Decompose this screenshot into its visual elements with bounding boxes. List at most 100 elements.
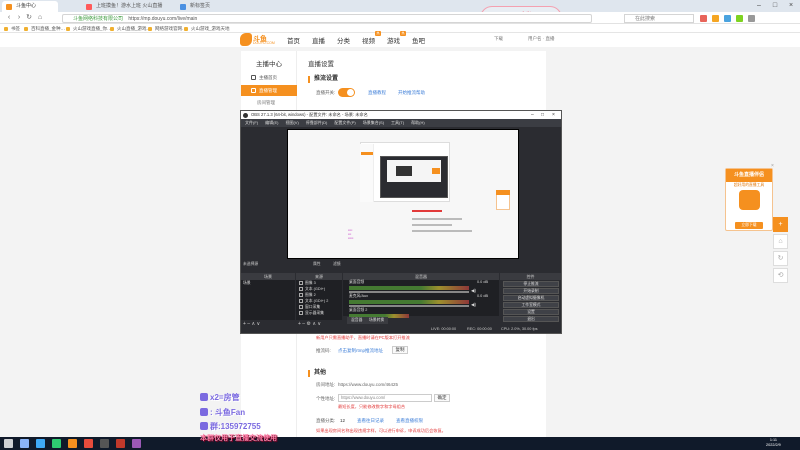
sidebar-item-home[interactable]: 主播首页 <box>241 72 297 83</box>
tab-mixer[interactable]: 混音器 <box>347 317 367 324</box>
extension-icon[interactable] <box>712 15 719 22</box>
copy-button[interactable]: 复制 <box>392 346 408 354</box>
short-url-input[interactable]: https://www.douyu.com/ <box>338 394 432 402</box>
obs-menu-docks[interactable]: 停靠部件(D) <box>306 120 328 125</box>
filters-button[interactable]: 滤镜 <box>333 261 341 268</box>
obs-menu-scenes[interactable]: 场景集合(S) <box>363 120 384 125</box>
stop-stream-button[interactable]: 停止推流 <box>503 281 559 287</box>
history-icon[interactable]: ⟲ <box>773 268 788 283</box>
extension-icon[interactable] <box>700 15 707 22</box>
mixer-track-label: 桌面音频 <box>349 280 365 284</box>
close-icon[interactable]: × <box>552 111 555 119</box>
assistant-promo[interactable]: 斗鱼直播伴侣 超好用的直播工具 立即下载 × <box>725 163 774 231</box>
tab-douyu-center[interactable]: 斗鱼中心 <box>2 1 58 12</box>
app-icon[interactable] <box>132 439 141 448</box>
history-link[interactable]: 查看往日记录 <box>357 418 384 424</box>
tab-new[interactable]: 新标签页 <box>176 1 222 12</box>
home-icon[interactable]: ⌂ <box>773 234 788 249</box>
url-input[interactable]: 斗鱼网络科技有限公司 https://mp.douyu.com/live/mai… <box>62 14 592 23</box>
bookmark-item[interactable]: 网络游戏官网… <box>148 25 187 32</box>
bookmark-item[interactable]: 百科直播_金种… <box>24 25 65 32</box>
promo-download-button[interactable]: 立即下载 <box>735 222 763 229</box>
maximize-icon[interactable]: □ <box>768 0 782 12</box>
bookmark-item[interactable]: 火山游戏_游戏天地 <box>184 25 230 32</box>
bookmark-item[interactable]: 火山直播_游戏… <box>110 25 151 32</box>
short-url-confirm-button[interactable]: 确定 <box>434 394 450 402</box>
source-type-icon <box>299 299 303 303</box>
back-icon[interactable]: ‹ <box>4 12 14 24</box>
exit-button[interactable]: 退出 <box>503 316 559 322</box>
nav-live[interactable]: 直播 <box>312 35 325 45</box>
search-icon[interactable] <box>20 439 29 448</box>
obs-menu-file[interactable]: 文件(F) <box>245 120 258 125</box>
scenes-list: 场景 <box>241 280 295 320</box>
live-switch-toggle[interactable] <box>338 88 355 97</box>
live-icon <box>251 88 256 93</box>
app-icon[interactable] <box>84 439 93 448</box>
user-menu[interactable]: 用户名 · 直播 <box>528 36 555 42</box>
start-recording-button[interactable]: 开始录制 <box>503 288 559 294</box>
close-icon[interactable]: × <box>771 163 777 169</box>
obs-icon[interactable] <box>100 439 109 448</box>
rtmp-copy-link[interactable]: 点击复制rtmp推流地址 <box>338 348 383 354</box>
minimize-icon[interactable]: – <box>531 111 534 119</box>
scenes-dock-header: 场景 <box>241 273 295 280</box>
clock: 1:11 2022/2/9 <box>766 438 781 447</box>
level-label: 直播分类: <box>316 418 336 423</box>
extension-icon[interactable] <box>736 15 743 22</box>
menu-icon[interactable] <box>748 15 755 22</box>
scene-item[interactable]: 场景 <box>243 281 251 286</box>
speaker-icon[interactable]: ◀) <box>471 288 476 294</box>
add-icon[interactable]: + <box>773 217 788 232</box>
minimize-icon[interactable]: – <box>752 0 766 12</box>
properties-button[interactable]: 属性 <box>313 261 321 268</box>
tutorial-link[interactable]: 直播教程 <box>368 90 386 96</box>
studio-mode-button[interactable]: 工作室模式 <box>503 302 559 308</box>
search-input[interactable]: 在此搜索 <box>624 14 694 23</box>
short-url-label: 个性地址: <box>316 396 336 401</box>
tab-stream[interactable]: 上班摸鱼！游水上班 火山直播平台 <box>82 1 172 20</box>
maximize-icon[interactable]: □ <box>541 111 544 119</box>
obs-menu-view[interactable]: 视图(V) <box>285 120 298 125</box>
app-icon[interactable] <box>116 439 125 448</box>
permission-link[interactable]: 查看直播权限 <box>396 418 423 424</box>
obs-menu-profile[interactable]: 配置文件(P) <box>334 120 355 125</box>
close-icon[interactable]: × <box>784 0 798 12</box>
sidebar-subitem-room[interactable]: 房间管理 <box>257 100 275 106</box>
refresh-icon[interactable]: ↻ <box>773 251 788 266</box>
sidebar-item-live-manage[interactable]: 直播管理 <box>241 85 297 96</box>
mixer-track-label: 桌面音频 2 <box>349 308 368 312</box>
bookmark-item[interactable]: 书签 <box>4 25 20 32</box>
volume-slider[interactable] <box>349 291 469 293</box>
volume-slider[interactable] <box>349 305 469 307</box>
wechat-icon[interactable] <box>52 439 61 448</box>
obs-menu-tools[interactable]: 工具(T) <box>391 120 404 125</box>
forward-icon[interactable]: › <box>14 12 24 24</box>
douyu-logo[interactable]: 斗鱼 DOUYU.COM <box>240 33 275 46</box>
stream-help-link[interactable]: 开始推流帮助 <box>398 90 425 96</box>
overlay-line-1: x2=房管 <box>200 392 240 403</box>
obs-preview[interactable]: ▪▪▪▪ ▪▪▪ ▪▪▪▪▪ <box>287 129 519 259</box>
settings-button[interactable]: 设置 <box>503 309 559 315</box>
site-favicon <box>86 4 92 10</box>
home-icon[interactable]: ⌂ <box>35 12 45 24</box>
nav-fishbar[interactable]: 鱼吧 <box>412 35 425 45</box>
tab-bar: 斗鱼中心 上班摸鱼！游水上班 火山直播平台 新标签页 – □ × <box>0 0 800 20</box>
extension-icon[interactable] <box>724 15 731 22</box>
taskview-icon[interactable] <box>36 439 45 448</box>
nav-games[interactable]: 游戏 <box>387 35 400 45</box>
source-item[interactable]: 显示器采集 <box>297 310 341 316</box>
browser-icon[interactable] <box>68 439 77 448</box>
nav-home[interactable]: 首页 <box>287 35 300 45</box>
start-icon[interactable] <box>4 439 13 448</box>
refresh-icon[interactable]: ↻ <box>24 12 34 24</box>
obs-menu-help[interactable]: 帮助(H) <box>411 120 425 125</box>
obs-menu-edit[interactable]: 编辑(E) <box>265 120 278 125</box>
nav-category[interactable]: 分类 <box>337 35 350 45</box>
bookmark-item[interactable]: 火山游戏直播_你… <box>66 25 112 32</box>
tab-scene-transition[interactable]: 场景转换 <box>365 317 389 324</box>
virtual-camera-button[interactable]: 启动虚拟摄像机 <box>503 295 559 301</box>
nav-video[interactable]: 视频 <box>362 35 375 45</box>
speaker-icon[interactable]: ◀) <box>471 302 476 308</box>
download-link[interactable]: 下载 <box>494 36 503 42</box>
